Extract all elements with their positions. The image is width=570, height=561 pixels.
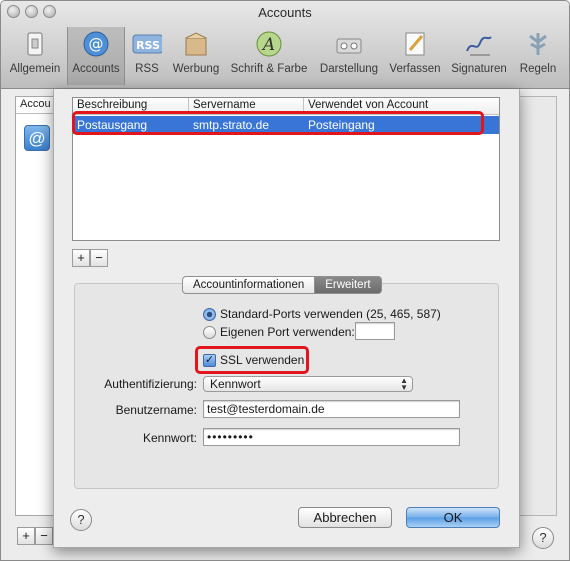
highlight-ssl-box: [195, 346, 309, 374]
standard-ports-radio[interactable]: [203, 308, 216, 321]
accounts-list-buttons: + −: [17, 527, 53, 545]
username-field[interactable]: test@testerdomain.de: [203, 400, 460, 418]
toolbar-schrift-farbe[interactable]: A Schrift & Farbe: [227, 27, 311, 85]
pencil-icon: [400, 29, 430, 59]
accounts-list-header: Accou: [16, 97, 54, 114]
rss-icon: RSS: [132, 29, 162, 59]
preferences-window: Accounts Allgemein @ Accounts RSS RSS We…: [0, 0, 570, 561]
at-icon: @: [81, 29, 111, 59]
remove-server-button[interactable]: −: [90, 249, 108, 267]
username-label: Benutzername:: [115, 403, 197, 417]
popup-arrows-icon: ▲ ▼: [400, 376, 408, 392]
auth-popup[interactable]: Kennwort ▲ ▼: [203, 376, 413, 392]
account-at-icon[interactable]: @: [24, 125, 50, 151]
custom-port-label: Eigenen Port verwenden:: [220, 325, 355, 339]
add-server-button[interactable]: +: [72, 249, 90, 267]
switch-icon: [20, 29, 50, 59]
toolbar-verfassen[interactable]: Verfassen: [385, 27, 445, 85]
toolbar-darstellung[interactable]: Darstellung: [315, 27, 383, 85]
glasses-icon: [334, 29, 364, 59]
add-account-button[interactable]: +: [17, 527, 35, 545]
accounts-list[interactable]: Accou @: [15, 96, 55, 516]
signature-icon: [464, 29, 494, 59]
cancel-button[interactable]: Abbrechen: [298, 507, 392, 528]
auth-label: Authentifizierung:: [104, 377, 197, 391]
svg-text:A: A: [261, 35, 275, 55]
package-icon: [181, 29, 211, 59]
ok-button[interactable]: OK: [406, 507, 500, 528]
toolbar-rss[interactable]: RSS RSS: [127, 27, 167, 85]
svg-text:RSS: RSS: [136, 39, 160, 52]
highlight-row-box: [72, 111, 484, 135]
svg-text:@: @: [89, 35, 104, 53]
server-list-buttons: + −: [72, 249, 108, 267]
smtp-server-sheet: Beschreibung Servername Verwendet von Ac…: [53, 89, 520, 548]
sheet-help-button[interactable]: ?: [70, 509, 92, 531]
font-icon: A: [254, 29, 284, 59]
toolbar-allgemein[interactable]: Allgemein: [5, 27, 65, 85]
remove-account-button[interactable]: −: [35, 527, 53, 545]
account-details-pane: [519, 96, 557, 516]
password-field[interactable]: •••••••••: [203, 428, 460, 446]
toolbar-accounts[interactable]: @ Accounts: [67, 27, 125, 85]
custom-port-field[interactable]: [355, 322, 395, 340]
toolbar-signaturen[interactable]: Signaturen: [447, 27, 511, 85]
tab-erweitert[interactable]: Erweitert: [315, 276, 382, 294]
settings-group: Standard-Ports verwenden (25, 465, 587) …: [74, 283, 499, 489]
help-button[interactable]: ?: [532, 527, 554, 549]
tab-bar: Accountinformationen Erweitert: [182, 276, 382, 294]
toolbar: Accounts Allgemein @ Accounts RSS RSS We…: [1, 1, 569, 89]
password-label: Kennwort:: [142, 431, 197, 445]
tab-accountinformationen[interactable]: Accountinformationen: [182, 276, 316, 294]
rules-icon: [523, 29, 553, 59]
toolbar-werbung[interactable]: Werbung: [169, 27, 223, 85]
window-title: Accounts: [258, 5, 312, 20]
custom-port-radio[interactable]: [203, 326, 216, 339]
toolbar-regeln[interactable]: Regeln: [513, 27, 563, 85]
standard-ports-label: Standard-Ports verwenden (25, 465, 587): [220, 307, 441, 321]
